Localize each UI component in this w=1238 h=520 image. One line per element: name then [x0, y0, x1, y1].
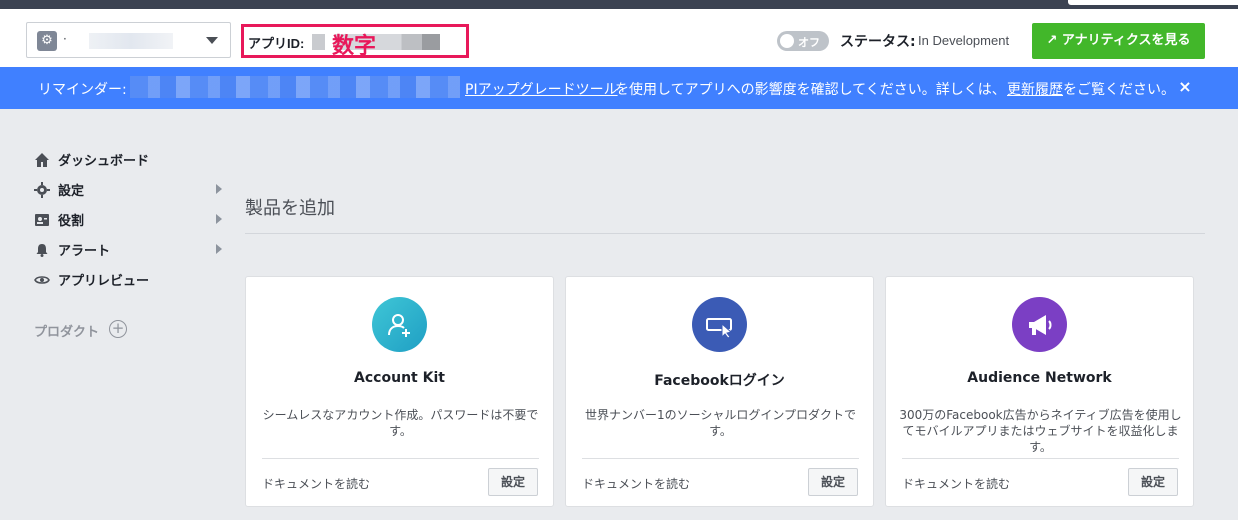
reminder-blur: [130, 76, 460, 98]
app-header: ⚙ · アプリID: 数字 オフ ステータス: In Development ↗…: [0, 9, 1238, 67]
home-icon: [35, 153, 49, 167]
reminder-label: リマインダー:: [38, 82, 127, 98]
sidebar-item-label: ダッシュボード: [58, 154, 150, 169]
app-id-highlight: アプリID: 数字: [241, 24, 469, 59]
sidebar: ダッシュボード 設定 役割 アラート アプリレビュー: [34, 148, 234, 298]
close-icon[interactable]: ×: [1176, 77, 1194, 97]
section-title: 製品を追加: [245, 198, 335, 219]
sidebar-item-roles[interactable]: 役割: [34, 208, 234, 238]
app-name: ·: [63, 32, 67, 46]
sidebar-item-label: 役割: [58, 214, 85, 229]
sidebar-item-label: アプリレビュー: [58, 274, 150, 289]
gear-icon: [34, 182, 50, 198]
sidebar-item-settings[interactable]: 設定: [34, 178, 234, 208]
sidebar-item-app-review[interactable]: アプリレビュー: [34, 268, 234, 298]
login-cursor-icon: [692, 297, 747, 352]
setup-button[interactable]: 設定: [488, 468, 538, 496]
products-label: プロダクト: [34, 325, 100, 340]
reminder-tail: をご覧ください。: [1063, 82, 1175, 98]
reminder-banner: リマインダー: PIアップグレードツール を使用してアプリへの影響度を確認してく…: [0, 67, 1238, 109]
setup-button[interactable]: 設定: [1128, 468, 1178, 496]
changelog-link[interactable]: 更新履歴: [1007, 79, 1063, 99]
card-divider: [582, 458, 859, 459]
section-divider: [245, 233, 1205, 234]
app-selector[interactable]: ⚙ ·: [26, 22, 231, 58]
product-card-facebook-login: Facebookログイン 世界ナンバー1のソーシャルログインプロダクトです。 ド…: [565, 276, 874, 507]
card-description: シームレスなアカウント作成。パスワードは不要です。: [262, 408, 539, 438]
trend-up-icon: ↗: [1046, 33, 1058, 48]
add-user-icon: [372, 297, 427, 352]
chevron-down-icon: [206, 37, 218, 44]
app-id-annotation: 数字: [332, 34, 377, 59]
top-strip: [0, 0, 1238, 9]
card-description: 300万のFacebook広告からネイティブ広告を使用してモバイルアプリまたはウ…: [899, 408, 1182, 454]
chevron-right-icon: [216, 244, 222, 254]
add-product-icon[interactable]: +: [109, 320, 127, 338]
analytics-button-label: アナリティクスを見る: [1061, 33, 1191, 48]
sidebar-item-label: アラート: [58, 244, 111, 259]
product-card-account-kit: Account Kit シームレスなアカウント作成。パスワードは不要です。 ドキ…: [245, 276, 554, 507]
bell-icon: [36, 244, 48, 257]
app-gear-icon: ⚙: [37, 31, 57, 51]
read-docs-link[interactable]: ドキュメントを読む: [582, 475, 690, 492]
upgrade-tool-link[interactable]: PIアップグレードツール: [465, 79, 618, 99]
app-name-blur: [89, 33, 173, 49]
card-divider: [902, 458, 1179, 459]
chevron-right-icon: [216, 214, 222, 224]
megaphone-icon: [1012, 297, 1067, 352]
card-description: 世界ナンバー1のソーシャルログインプロダクトです。: [584, 408, 857, 438]
reminder-text: を使用してアプリへの影響度を確認してください。詳しくは、: [615, 82, 1006, 98]
analytics-button[interactable]: ↗ アナリティクスを見る: [1032, 23, 1205, 59]
eye-icon: [34, 276, 50, 284]
setup-button[interactable]: 設定: [808, 468, 858, 496]
read-docs-link[interactable]: ドキュメントを読む: [262, 475, 370, 492]
card-title: Audience Network: [967, 370, 1112, 386]
top-search-box[interactable]: [1068, 0, 1238, 5]
id-card-icon: [35, 214, 49, 226]
toggle-knob: [780, 34, 794, 48]
sidebar-item-dashboard[interactable]: ダッシュボード: [34, 148, 234, 178]
status-toggle[interactable]: オフ: [777, 31, 829, 51]
status-label: ステータス:: [840, 34, 916, 50]
chevron-right-icon: [216, 184, 222, 194]
card-title: Account Kit: [354, 370, 445, 386]
sidebar-item-alerts[interactable]: アラート: [34, 238, 234, 268]
card-divider: [262, 458, 539, 459]
app-id-label: アプリID:: [248, 36, 305, 51]
read-docs-link[interactable]: ドキュメントを読む: [902, 475, 1010, 492]
card-title: Facebookログイン: [654, 373, 785, 389]
toggle-label: オフ: [798, 36, 820, 49]
status-value: In Development: [918, 33, 1010, 48]
sidebar-item-label: 設定: [58, 184, 85, 199]
product-card-audience-network: Audience Network 300万のFacebook広告からネイティブ広…: [885, 276, 1194, 507]
